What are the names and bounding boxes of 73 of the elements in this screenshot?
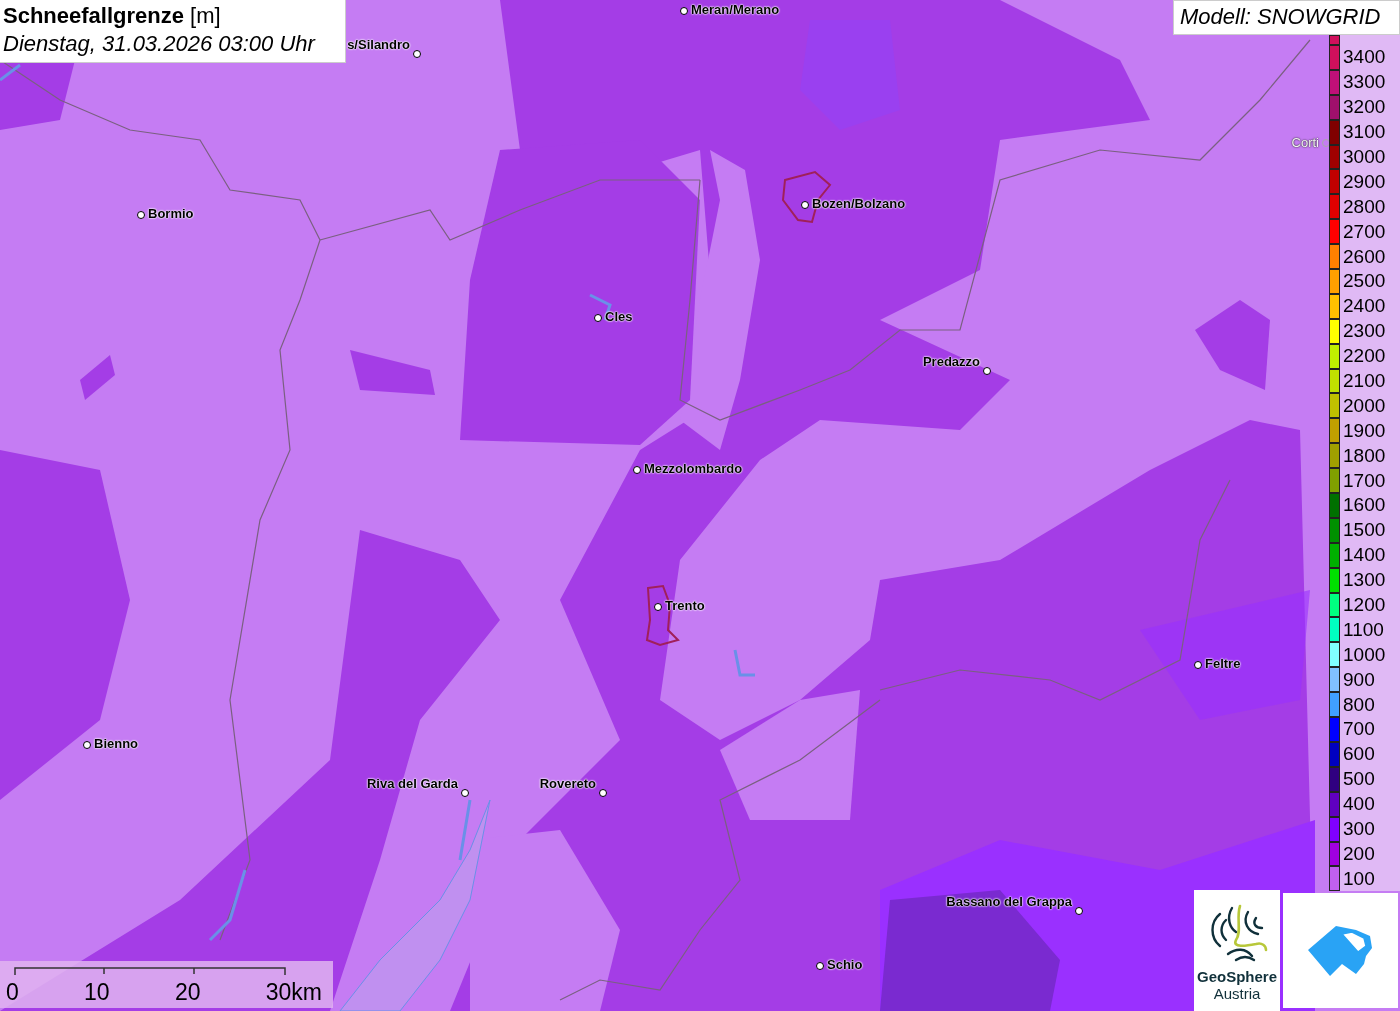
legend-value: 800 [1343, 693, 1375, 716]
legend-value: 900 [1343, 668, 1375, 691]
legend-value: 3400 [1343, 46, 1386, 69]
location-dot-icon [1075, 907, 1083, 915]
legend-value: 1700 [1343, 469, 1386, 492]
legend-value: 1200 [1343, 594, 1386, 617]
legend-value: 500 [1343, 768, 1375, 791]
location-dot-icon [801, 201, 809, 209]
city-label: Feltre [1205, 656, 1241, 671]
forecast-time: Dienstag, 31.03.2026 03:00 Uhr [3, 31, 317, 57]
location-dot-icon [83, 741, 91, 749]
logo-subtitle: Austria [1213, 985, 1261, 1002]
legend-value: 400 [1343, 793, 1375, 816]
city-label: Bassano del Grappa [946, 894, 1072, 909]
legend-value: 3200 [1343, 96, 1386, 119]
scale-label: 20 [174, 979, 201, 1006]
legend-value: 3300 [1343, 71, 1386, 94]
legend-value: 2000 [1343, 394, 1386, 417]
location-dot-icon [461, 789, 469, 797]
scale-label: 0 [6, 979, 19, 1006]
legend-value: 700 [1343, 718, 1375, 741]
city-label: Cles [605, 309, 633, 324]
location-dot-icon [137, 211, 145, 219]
legend-value: 1100 [1343, 618, 1384, 641]
scale-label: 30km [265, 979, 322, 1006]
legend-value: 100 [1343, 867, 1375, 890]
legend-swatch [1329, 35, 1340, 45]
legend-value: 1600 [1343, 494, 1386, 517]
legend-value: 1500 [1343, 519, 1386, 542]
legend-value: 200 [1343, 842, 1375, 865]
legend-value: 2200 [1343, 345, 1386, 368]
city-label: Corti [1291, 135, 1319, 150]
scale-label: 10 [84, 979, 110, 1006]
legend-value: 300 [1343, 818, 1375, 841]
legend-value: 2400 [1343, 295, 1386, 318]
legend-value: 2600 [1343, 245, 1386, 268]
city-label: Riva del Garda [366, 776, 458, 791]
city-label: Bienno [94, 736, 139, 751]
city-label: Schio [827, 957, 863, 972]
legend-value: 2500 [1343, 270, 1386, 293]
legend-value: 1900 [1343, 419, 1386, 442]
location-dot-icon [633, 466, 641, 474]
legend-value: 3100 [1343, 121, 1386, 144]
city-label: Predazzo [922, 354, 980, 369]
location-dot-icon [1194, 661, 1202, 669]
legend-value: 2100 [1343, 370, 1386, 392]
legend-value: 2700 [1343, 220, 1386, 243]
legend-value: 2800 [1343, 195, 1386, 218]
legend-value: 2300 [1343, 320, 1386, 343]
legend-value: 600 [1343, 743, 1375, 766]
location-dot-icon [413, 50, 421, 58]
city-label: Bormio [148, 206, 194, 221]
city-label: Mezzolombardo [644, 461, 743, 476]
location-dot-icon [654, 603, 662, 611]
location-dot-icon [599, 789, 607, 797]
legend-value: 3000 [1343, 146, 1386, 168]
legend-value: 2900 [1343, 170, 1386, 193]
legend-value: 1300 [1343, 569, 1386, 592]
mountain-cloud-logo-icon [1307, 925, 1374, 976]
city-label: s/Silandro [347, 37, 410, 52]
location-dot-icon [680, 7, 688, 15]
city-label: Rovereto [539, 776, 596, 791]
map-title: Schneefallgrenze [m] [3, 3, 222, 29]
model-label: Modell: SNOWGRID [1173, 0, 1400, 35]
location-dot-icon [983, 367, 991, 375]
logo-name: GeoSphere [1197, 968, 1277, 985]
location-dot-icon [594, 314, 602, 322]
legend-value: 1400 [1343, 544, 1386, 567]
location-dot-icon [816, 962, 824, 970]
scale-ruler-icon [14, 967, 286, 975]
city-label: Meran/Merano [691, 2, 780, 17]
legend-value: 1800 [1343, 444, 1386, 467]
legend-value: 1000 [1343, 643, 1386, 666]
